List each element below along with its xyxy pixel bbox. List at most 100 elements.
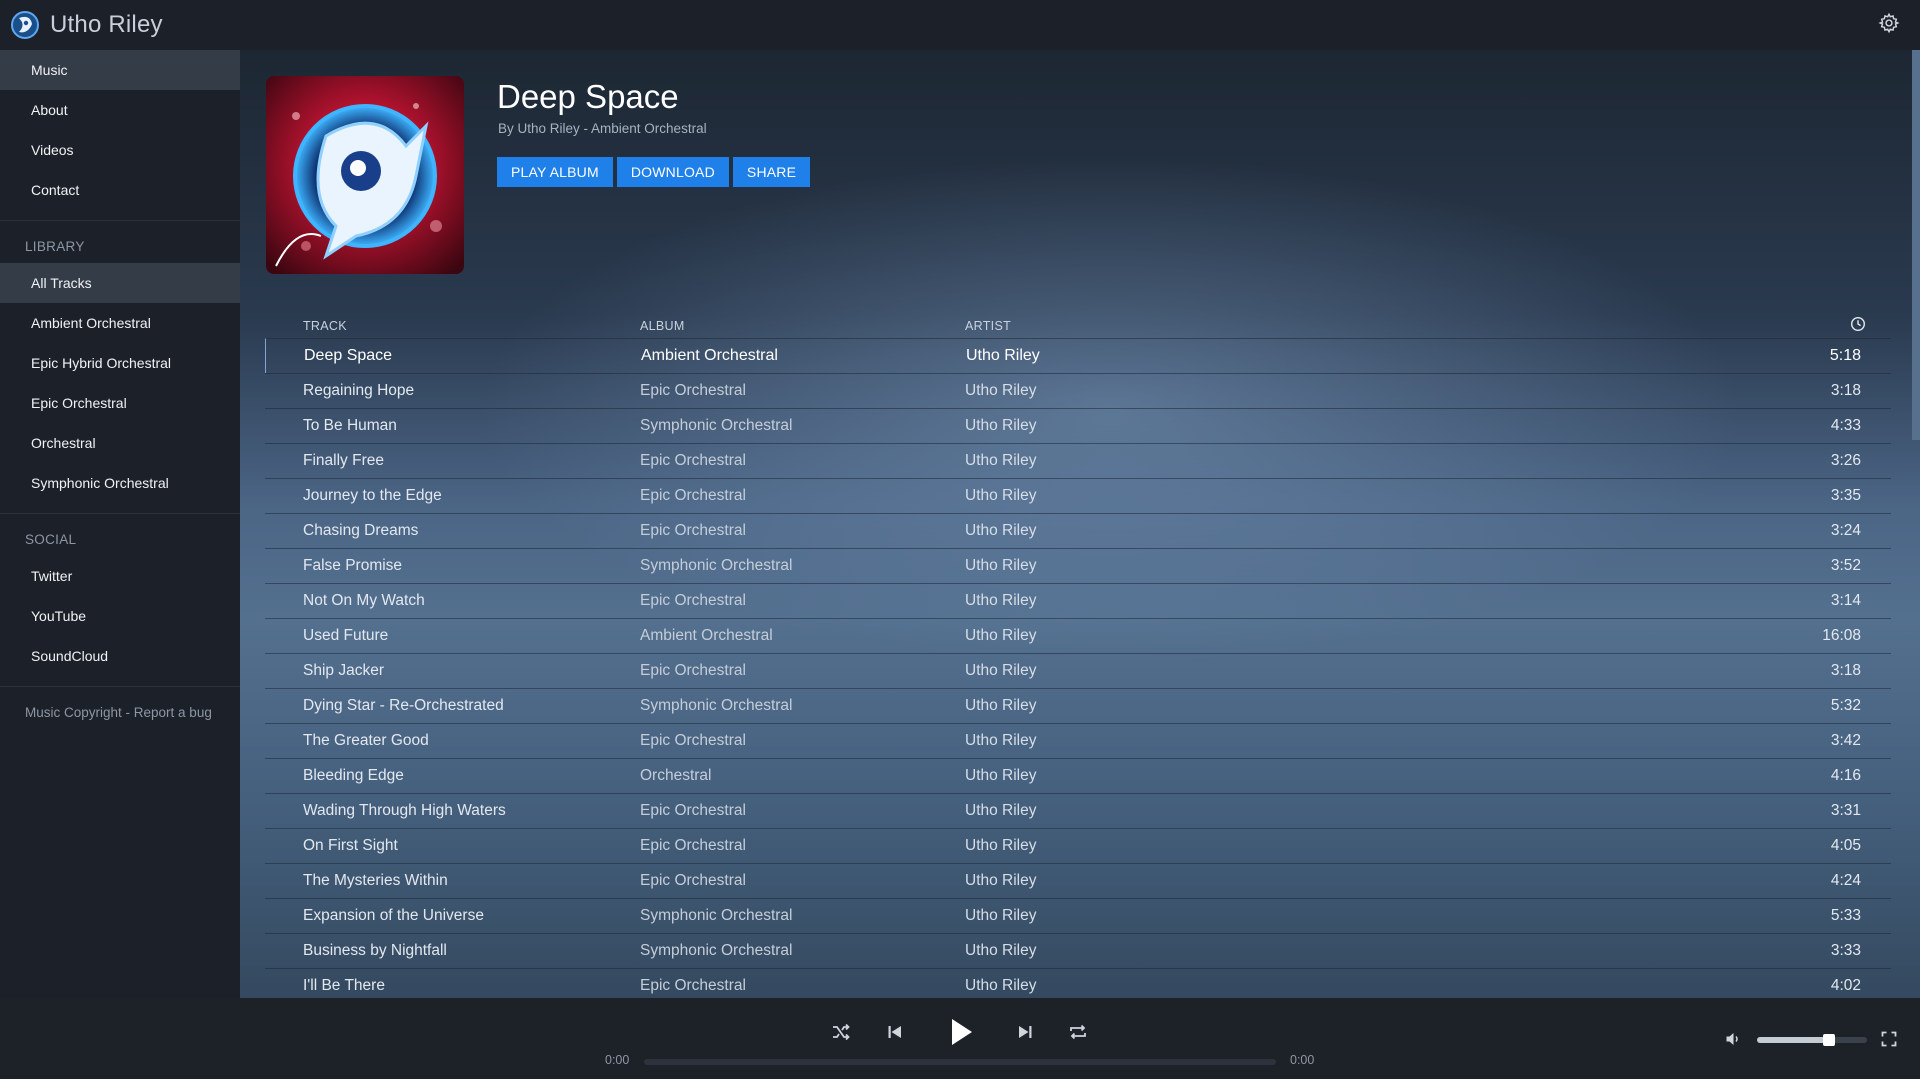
album-actions: PLAY ALBUM DOWNLOAD SHARE [497,157,811,187]
track-duration: 4:24 [1830,872,1861,889]
play-album-button[interactable]: PLAY ALBUM [497,157,613,187]
library-item-all-tracks[interactable]: All Tracks [0,263,240,303]
download-button[interactable]: DOWNLOAD [616,157,729,187]
album-cover[interactable] [266,76,464,274]
track-album: Symphonic Orchestral [640,697,793,714]
track-duration: 3:31 [1830,802,1861,819]
track-artist: Utho Riley [965,382,1037,399]
album-title: Deep Space [497,78,679,115]
current-track-row[interactable]: Deep Space Ambient Orchestral Utho Riley 5:… [265,338,1891,373]
sidebar-item-music[interactable]: Music [0,50,240,90]
track-artist: Utho Riley [965,662,1037,679]
social-link-twitter[interactable]: Twitter [0,556,240,596]
track-column-header[interactable]: TRACK [303,319,347,333]
table-row[interactable]: The Greater Good Epic Orchestral Utho Rile… [265,723,1891,758]
table-row[interactable]: Journey to the Edge Epic Orchestral Utho R… [265,478,1891,513]
report-bug-link[interactable]: Report a bug [134,705,212,720]
track-artist: Utho Riley [965,802,1037,819]
track-album: Orchestral [640,767,712,784]
table-row[interactable]: I'll Be There Epic Orchestral Utho Riley 4:… [265,968,1891,998]
table-row[interactable]: Dying Star - Re-Orchestrated Symphonic Or… [265,688,1891,723]
track-title: Not On My Watch [303,592,425,609]
previous-icon[interactable] [887,1024,903,1040]
sidebar-item-contact[interactable]: Contact [0,170,240,210]
track-artist: Utho Riley [965,837,1037,854]
track-title: False Promise [303,557,403,574]
album-column-header[interactable]: ALBUM [640,319,685,333]
table-row[interactable]: Regaining Hope Epic Orchestral Utho Riley 3… [265,373,1891,408]
library-list: All Tracks Ambient Orchestral Epic Hybrid … [0,263,240,503]
track-album: Ambient Orchestral [641,347,778,364]
copyright-link[interactable]: Music Copyright [25,705,122,720]
track-duration: 3:52 [1830,557,1861,574]
table-row[interactable]: On First Sight Epic Orchestral Utho Riley 4… [265,828,1891,863]
gear-icon[interactable] [1878,12,1900,34]
social-list: Twitter YouTube SoundCloud [0,556,240,676]
progress-bar[interactable] [644,1059,1276,1065]
table-header: TRACK ALBUM ARTIST [265,316,1891,338]
artist-column-header[interactable]: ARTIST [965,319,1011,333]
social-link-youtube[interactable]: YouTube [0,596,240,636]
track-title: To Be Human [303,417,397,434]
track-title: Expansion of the Universe [303,907,484,924]
track-duration: 3:26 [1830,452,1861,469]
volume-icon[interactable] [1725,1031,1741,1047]
app-title[interactable]: Utho Riley [50,11,163,39]
table-row[interactable]: Bleeding Edge Orchestral Utho Riley 4:16 [265,758,1891,793]
track-title: The Greater Good [303,732,429,749]
shuffle-icon[interactable] [831,1022,851,1042]
table-row[interactable]: Business by Nightfall Symphonic Orchestra… [265,933,1891,968]
clock-icon[interactable] [1850,316,1866,332]
share-button[interactable]: SHARE [732,157,811,187]
track-artist: Utho Riley [965,907,1037,924]
player-bar: 0:00 0:00 [0,998,1920,1079]
sidebar-item-about[interactable]: About [0,90,240,130]
next-icon[interactable] [1017,1024,1033,1040]
main-nav: Music About Videos Contact [0,50,240,210]
track-album: Epic Orchestral [640,732,746,749]
table-row[interactable]: Ship Jacker Epic Orchestral Utho Riley 3:18 [265,653,1891,688]
social-heading: SOCIAL [25,532,77,547]
scrollbar-thumb[interactable] [1912,50,1920,440]
track-album: Symphonic Orchestral [640,417,793,434]
total-time: 0:00 [1290,1053,1315,1067]
volume-handle[interactable] [1822,1034,1835,1046]
track-artist: Utho Riley [965,522,1037,539]
table-row[interactable]: Chasing Dreams Epic Orchestral Utho Riley 3… [265,513,1891,548]
library-item-epic-hybrid-orchestral[interactable]: Epic Hybrid Orchestral [0,343,240,383]
track-title: Business by Nightfall [303,942,447,959]
track-duration: 3:42 [1830,732,1861,749]
library-item-epic-orchestral[interactable]: Epic Orchestral [0,383,240,423]
social-link-soundcloud[interactable]: SoundCloud [0,636,240,676]
volume-slider[interactable] [1757,1034,1867,1046]
track-duration: 4:33 [1830,417,1861,434]
track-title: Dying Star - Re-Orchestrated [303,697,504,714]
logo-icon[interactable] [10,10,40,40]
table-row[interactable]: Expansion of the Universe Symphonic Orche… [265,898,1891,933]
table-row[interactable]: To Be Human Symphonic Orchestral Utho Rile… [265,408,1891,443]
main-content: Deep Space By Utho Riley - Ambient Orche… [240,50,1920,998]
sidebar-item-videos[interactable]: Videos [0,130,240,170]
track-duration: 4:02 [1830,977,1861,994]
track-album: Epic Orchestral [640,452,746,469]
table-row[interactable]: Used Future Ambient Orchestral Utho Riley 1… [265,618,1891,653]
track-rows: Deep Space Ambient Orchestral Utho Riley 5:… [265,338,1891,998]
library-item-symphonic-orchestral[interactable]: Symphonic Orchestral [0,463,240,503]
fullscreen-icon[interactable] [1881,1031,1897,1047]
track-album: Epic Orchestral [640,592,746,609]
library-item-ambient-orchestral[interactable]: Ambient Orchestral [0,303,240,343]
track-title: Finally Free [303,452,384,469]
track-album: Symphonic Orchestral [640,942,793,959]
track-duration: 3:33 [1830,942,1861,959]
table-row[interactable]: The Mysteries Within Epic Orchestral Utho … [265,863,1891,898]
track-album: Epic Orchestral [640,487,746,504]
table-row[interactable]: False Promise Symphonic Orchestral Utho Ri… [265,548,1891,583]
table-row[interactable]: Finally Free Epic Orchestral Utho Riley 3:2… [265,443,1891,478]
table-row[interactable]: Not On My Watch Epic Orchestral Utho Riley… [265,583,1891,618]
table-row[interactable]: Wading Through High Waters Epic Orchestra… [265,793,1891,828]
play-icon[interactable] [950,1018,974,1046]
track-title: Used Future [303,627,389,644]
library-item-orchestral[interactable]: Orchestral [0,423,240,463]
repeat-icon[interactable] [1068,1022,1088,1042]
track-artist: Utho Riley [965,557,1037,574]
